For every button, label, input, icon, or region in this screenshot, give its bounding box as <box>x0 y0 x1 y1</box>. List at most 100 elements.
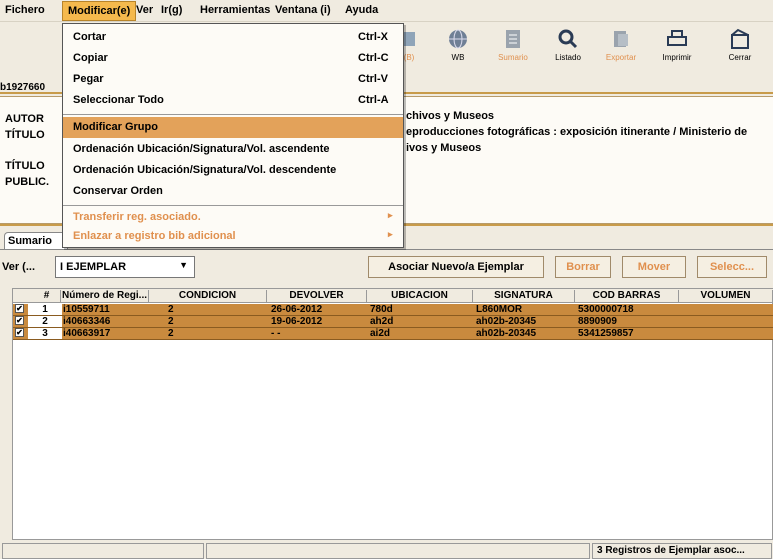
col-header-condicion[interactable]: CONDICION <box>149 290 267 303</box>
menu-item-transferir[interactable]: Transferir reg. asociado. ▸ <box>63 207 403 228</box>
toolbar-button-listado[interactable]: Listado <box>543 26 593 62</box>
selecc-button[interactable]: Selecc... <box>697 256 767 278</box>
cell-cod-barras: 8890909 <box>578 316 617 327</box>
menu-item-copiar[interactable]: Copiar Ctrl-C <box>63 48 403 69</box>
col-header-volumen[interactable]: VOLUMEN <box>679 290 773 303</box>
document-icon <box>506 30 520 48</box>
field-label-titulo: TÍTULO <box>5 129 45 141</box>
toolbar-label: Exportar <box>605 53 637 62</box>
borrar-button[interactable]: Borrar <box>555 256 611 278</box>
cell-signatura: ah02b-20345 <box>476 328 537 339</box>
col-header-num[interactable]: # <box>33 290 61 303</box>
col-header-signatura[interactable]: SIGNATURA <box>473 290 575 303</box>
cell-registro: i10559711 <box>63 304 110 315</box>
menu-item-shortcut: Ctrl-V <box>358 73 388 85</box>
col-header-cod-barras[interactable]: COD BARRAS <box>575 290 679 303</box>
cell-condicion: 2 <box>168 316 174 327</box>
field-label-public: PUBLIC. <box>5 176 49 188</box>
cell-devolver: 19-06-2012 <box>271 316 323 327</box>
menu-item-label: Ordenación Ubicación/Signatura/Vol. desc… <box>73 164 337 176</box>
field-value-titulo: eproducciones fotográficas : exposición … <box>406 126 748 138</box>
toolbar-label: Sumario <box>498 53 528 62</box>
menu-item-label: Cortar <box>73 31 107 43</box>
row-checkbox[interactable]: ✔ <box>15 328 24 337</box>
magnifier-icon <box>558 29 578 49</box>
view-label: Ver (... <box>2 261 36 273</box>
field-value-titulo-cont: ivos y Museos <box>406 142 482 154</box>
menu-item-label: Enlazar a registro bib adicional <box>73 230 236 242</box>
toolbar-button-wb[interactable]: WB <box>433 26 483 62</box>
menu-item-shortcut: Ctrl-C <box>358 52 389 64</box>
menu-item-shortcut: Ctrl-X <box>358 31 388 43</box>
mover-button[interactable]: Mover <box>622 256 686 278</box>
menu-item-orden-descendente[interactable]: Ordenación Ubicación/Signatura/Vol. desc… <box>63 160 403 181</box>
menu-item-orden-ascendente[interactable]: Ordenación Ubicación/Signatura/Vol. asce… <box>63 139 403 160</box>
status-box-left <box>2 543 204 559</box>
view-select[interactable]: I EJEMPLAR ▼ <box>55 256 195 278</box>
items-table: # Número de Regi... CONDICION DEVOLVER U… <box>12 288 773 540</box>
cell-condicion: 2 <box>168 304 174 315</box>
menu-item-label: Ordenación Ubicación/Signatura/Vol. asce… <box>73 143 330 155</box>
menu-fichero[interactable]: Fichero <box>5 4 45 16</box>
menu-item-conservar-orden[interactable]: Conservar Orden <box>63 181 403 202</box>
menu-item-label: Seleccionar Todo <box>73 94 164 106</box>
globe-icon <box>449 29 467 49</box>
cell-registro: i40663917 <box>63 328 111 339</box>
field-label-titulo-2: TÍTULO <box>5 160 45 172</box>
toolbar-button-sumario[interactable]: Sumario <box>488 26 538 62</box>
menu-item-seleccionar-todo[interactable]: Seleccionar Todo Ctrl-A <box>63 90 403 111</box>
row-number: 3 <box>28 328 62 339</box>
submenu-arrow-icon: ▸ <box>388 210 393 220</box>
menu-item-pegar[interactable]: Pegar Ctrl-V <box>63 69 403 90</box>
toolbar-label: Cerrar <box>728 53 752 62</box>
modificar-menu: Cortar Ctrl-X Copiar Ctrl-C Pegar Ctrl-V… <box>62 23 404 248</box>
menu-ir[interactable]: Ir(g) <box>161 4 182 16</box>
field-label-autor: AUTOR <box>5 113 44 125</box>
menu-item-cortar[interactable]: Cortar Ctrl-X <box>63 27 403 48</box>
toolbar-button-cerrar[interactable]: Cerrar <box>715 26 765 62</box>
asociar-button[interactable]: Asociar Nuevo/a Ejemplar <box>368 256 544 278</box>
row-checkbox[interactable]: ✔ <box>15 316 24 325</box>
cell-condicion: 2 <box>168 328 174 339</box>
cell-registro: i40663346 <box>63 316 111 327</box>
cell-ubicacion: ah2d <box>370 316 394 327</box>
col-header-registro[interactable]: Número de Regi... <box>61 290 149 303</box>
menu-ventana[interactable]: Ventana (i) <box>275 4 331 16</box>
menu-item-label: Pegar <box>73 73 104 85</box>
table-row[interactable]: ✔ 3 i40663917 2 - - ai2d ah02b-20345 534… <box>13 328 773 340</box>
status-text: 3 Registros de Ejemplar asoc... <box>592 543 772 559</box>
col-header-ubicacion[interactable]: UBICACION <box>367 290 473 303</box>
menu-herramientas[interactable]: Herramientas <box>200 4 270 16</box>
menu-bar: Fichero Modificar(e) Ver Ir(g) Herramien… <box>0 0 773 22</box>
tab-sumario[interactable]: Sumario <box>4 232 68 250</box>
menu-separator <box>63 205 403 206</box>
tab-underline <box>0 249 773 250</box>
cell-devolver: 26-06-2012 <box>271 304 323 315</box>
toolbar-label: Listado <box>555 53 581 62</box>
cell-cod-barras: 5300000718 <box>578 304 634 315</box>
menu-modificar[interactable]: Modificar(e) <box>62 1 137 21</box>
menu-item-modificar-grupo[interactable]: Modificar Grupo <box>63 117 403 138</box>
toolbar-button-imprimir[interactable]: Imprimir <box>652 26 702 62</box>
close-door-icon <box>731 28 749 49</box>
row-number: 2 <box>28 316 62 327</box>
view-select-value: I EJEMPLAR <box>60 261 127 273</box>
toolbar-button-exportar[interactable]: Exportar <box>596 26 646 62</box>
status-bar: 3 Registros de Ejemplar asoc... <box>0 543 773 559</box>
menu-item-enlazar[interactable]: Enlazar a registro bib adicional ▸ <box>63 226 403 247</box>
table-row[interactable]: ✔ 2 i40663346 2 19-06-2012 ah2d ah02b-20… <box>13 316 773 328</box>
row-checkbox[interactable]: ✔ <box>15 304 24 313</box>
toolbar-label: WB <box>451 53 465 62</box>
menu-item-label: Transferir reg. asociado. <box>73 211 201 223</box>
menu-item-label: Copiar <box>73 52 108 64</box>
view-row: Ver (... I EJEMPLAR ▼ Asociar Nuevo/a Ej… <box>0 256 773 280</box>
menu-item-label: Modificar Grupo <box>73 121 158 133</box>
table-header: # Número de Regi... CONDICION DEVOLVER U… <box>13 289 773 303</box>
menu-ayuda[interactable]: Ayuda <box>345 4 378 16</box>
menu-ver[interactable]: Ver <box>136 4 153 16</box>
cell-devolver: - - <box>271 328 281 339</box>
submenu-arrow-icon: ▸ <box>388 229 393 239</box>
printer-icon <box>667 30 687 46</box>
table-row[interactable]: ✔ 1 i10559711 2 26-06-2012 780d L860MOR … <box>13 304 773 316</box>
col-header-devolver[interactable]: DEVOLVER <box>267 290 367 303</box>
